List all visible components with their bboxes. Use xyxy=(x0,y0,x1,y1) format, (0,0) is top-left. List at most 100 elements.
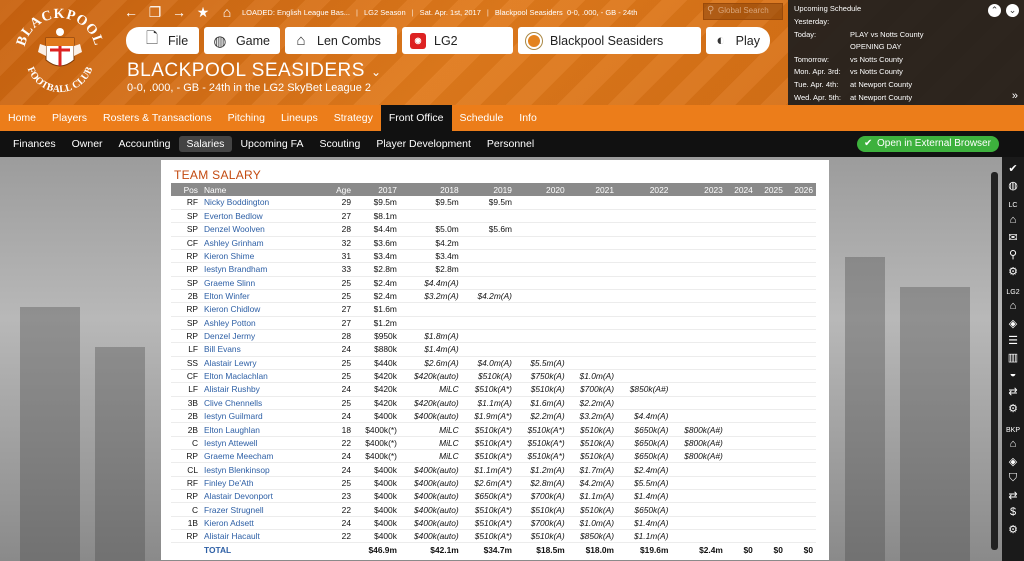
double-chevron-right-icon[interactable]: » xyxy=(1012,90,1018,102)
table-row[interactable]: RF Nicky Boddington 29 $9.5m $9.5m $9.5m xyxy=(171,196,816,210)
gear-icon[interactable]: ⚙ xyxy=(1005,265,1021,278)
submenu-item-salaries[interactable]: Salaries xyxy=(178,136,233,152)
player-name-link[interactable]: Ashley Grinham xyxy=(201,236,326,250)
schedule-row[interactable]: Wed. Apr. 5th: at Newport County xyxy=(794,93,1018,105)
menu-item-strategy[interactable]: Strategy xyxy=(326,105,381,131)
diamond-icon[interactable]: ◈ xyxy=(1005,317,1021,330)
tab-league[interactable]: ◉ LG2 xyxy=(402,27,513,54)
table-row[interactable]: RP Kieron Chidlow 27 $1.6m xyxy=(171,302,816,317)
back-arrow-icon[interactable]: ← xyxy=(122,4,140,20)
schedule-row[interactable]: Today: PLAY vs Notts County xyxy=(794,30,1018,43)
star-icon[interactable]: ★ xyxy=(194,4,212,21)
player-name-link[interactable]: Iestyn Attewell xyxy=(201,436,326,451)
dollar-icon[interactable]: $ xyxy=(1005,506,1021,518)
submenu-item-upcoming-fa[interactable]: Upcoming FA xyxy=(232,136,311,152)
menu-item-home[interactable]: Home xyxy=(0,105,44,131)
check-circle-icon[interactable]: ✔ xyxy=(1005,162,1021,175)
baseball-icon[interactable]: ◒ xyxy=(1005,368,1021,380)
player-name-link[interactable]: Elton Winfer xyxy=(201,289,326,304)
menu-item-front-office[interactable]: Front Office xyxy=(380,105,452,131)
tab-game[interactable]: ◍ Game xyxy=(204,27,280,54)
player-name-link[interactable]: Alistair Rushby xyxy=(201,382,326,397)
table-row[interactable]: 2B Elton Laughlan 18 $400k(*) MiLC $510k(A*) $… xyxy=(171,422,816,437)
column-header[interactable]: 2019 xyxy=(461,183,515,196)
submenu-item-finances[interactable]: Finances xyxy=(5,136,64,152)
table-row[interactable]: SP Everton Bedlow 27 $8.1m xyxy=(171,209,816,224)
table-row[interactable]: SP Ashley Potton 27 $1.2m xyxy=(171,316,816,330)
team-logo[interactable]: BLACKPOOL FOOTBALL CLUB xyxy=(10,2,110,102)
list-icon[interactable]: ☰ xyxy=(1005,334,1021,347)
player-name-link[interactable]: Elton Maclachlan xyxy=(201,369,326,384)
home-icon[interactable]: ⌂ xyxy=(1005,300,1021,312)
table-row[interactable]: 2B Iestyn Guilmard 24 $400k $400k(auto) $1.9m… xyxy=(171,409,816,424)
table-row[interactable]: SP Denzel Woolven 28 $4.4m $5.0m $5.6m xyxy=(171,222,816,237)
gear-icon[interactable]: ⚙ xyxy=(1005,523,1021,536)
mail-icon[interactable]: ✉ xyxy=(1005,231,1021,244)
globe-icon[interactable]: ◍ xyxy=(1005,179,1021,192)
tab-play[interactable]: ◐ Play xyxy=(706,27,770,54)
table-row[interactable]: C Frazer Strugnell 22 $400k $400k(auto) $510k… xyxy=(171,502,816,517)
column-header[interactable]: Name xyxy=(201,183,326,196)
table-row[interactable]: RP Alistair Hacault 22 $400k $400k(auto) $510… xyxy=(171,529,816,544)
player-name-link[interactable]: Graeme Meecham xyxy=(201,449,326,464)
chevron-down-icon[interactable]: ⌄ xyxy=(371,65,382,79)
player-name-link[interactable]: Kieron Shime xyxy=(201,249,326,264)
submenu-item-accounting[interactable]: Accounting xyxy=(111,136,179,152)
player-name-link[interactable]: Iestyn Guilmard xyxy=(201,409,326,424)
player-name-link[interactable]: Alistair Hacault xyxy=(201,529,326,544)
schedule-row[interactable]: Tue. Apr. 4th: at Newport County xyxy=(794,80,1018,93)
player-name-link[interactable]: Iestyn Blenkinsop xyxy=(201,462,326,477)
table-row[interactable]: CF Elton Maclachlan 25 $420k $420k(auto) $510… xyxy=(171,369,816,384)
player-name-link[interactable]: Kieron Chidlow xyxy=(201,302,326,317)
table-row[interactable]: SS Alastair Lewry 25 $440k $2.6m(A) $4.0m(A) $… xyxy=(171,356,816,370)
submenu-item-scouting[interactable]: Scouting xyxy=(311,136,368,152)
column-header[interactable]: 2024 xyxy=(725,183,756,196)
table-row[interactable]: C Iestyn Attewell 22 $400k(*) MiLC $510k(A*) $… xyxy=(171,436,816,451)
shield-icon[interactable]: ⛉ xyxy=(1005,472,1021,485)
column-header[interactable]: 2022 xyxy=(617,183,672,196)
team-title[interactable]: BLACKPOOL SEASIDERS ⌄ xyxy=(127,60,382,82)
table-row[interactable]: RP Graeme Meecham 24 $400k(*) MiLC $510k(A*) $… xyxy=(171,449,816,464)
tab-file[interactable]: 🗋 File xyxy=(126,27,199,54)
player-name-link[interactable]: Iestyn Brandham xyxy=(201,262,326,277)
column-header[interactable]: 2021 xyxy=(567,183,617,196)
column-header[interactable]: Age xyxy=(326,183,354,196)
table-row[interactable]: SP Graeme Slinn 25 $2.4m $4.4m(A) xyxy=(171,276,816,290)
bar-chart-icon[interactable]: ▥ xyxy=(1005,351,1021,364)
table-row[interactable]: RP Iestyn Brandham 33 $2.8m $2.8m xyxy=(171,262,816,277)
menu-item-pitching[interactable]: Pitching xyxy=(220,105,273,131)
column-header[interactable]: Pos xyxy=(171,183,201,196)
tab-team[interactable]: Blackpool Seasiders xyxy=(518,27,701,54)
gear-icon[interactable]: ⚙ xyxy=(1005,402,1021,415)
table-row[interactable]: 3B Clive Chennells 25 $420k $420k(auto) $1.1m… xyxy=(171,396,816,411)
player-name-link[interactable]: Elton Laughlan xyxy=(201,422,326,437)
home-icon[interactable]: ⌂ xyxy=(218,4,236,20)
column-header[interactable]: 2018 xyxy=(399,183,462,196)
submenu-item-player-development[interactable]: Player Development xyxy=(368,136,479,152)
player-name-link[interactable]: Finley De'Ath xyxy=(201,476,326,491)
player-name-link[interactable]: Everton Bedlow xyxy=(201,209,326,224)
player-name-link[interactable]: Denzel Jermy xyxy=(201,329,326,344)
copy-page-icon[interactable]: ❐ xyxy=(146,4,164,21)
table-row[interactable]: LF Bill Evans 24 $880k $1.4m(A) xyxy=(171,342,816,357)
tab-manager[interactable]: ⌂ Len Combs xyxy=(285,27,397,54)
table-row[interactable]: RP Denzel Jermy 28 $950k $1.8m(A) xyxy=(171,329,816,344)
schedule-row[interactable]: OPENING DAY xyxy=(794,42,1018,55)
schedule-row[interactable]: Tomorrow: vs Notts County xyxy=(794,55,1018,68)
scrollbar[interactable] xyxy=(991,172,998,550)
player-name-link[interactable]: Denzel Woolven xyxy=(201,222,326,237)
home-icon[interactable]: ⌂ xyxy=(1005,214,1021,226)
transfer-arrows-icon[interactable]: ⇄ xyxy=(1005,489,1021,502)
table-row[interactable]: CL Iestyn Blenkinsop 24 $400k $400k(auto) $1.… xyxy=(171,462,816,477)
player-name-link[interactable]: Alastair Devonport xyxy=(201,489,326,504)
diamond-icon[interactable]: ◈ xyxy=(1005,455,1021,468)
player-name-link[interactable]: Frazer Strugnell xyxy=(201,502,326,517)
forward-arrow-icon[interactable]: → xyxy=(170,4,188,20)
player-name-link[interactable]: Bill Evans xyxy=(201,342,326,357)
submenu-item-personnel[interactable]: Personnel xyxy=(479,136,542,152)
open-external-browser-button[interactable]: ✔ Open in External Browser xyxy=(857,136,999,152)
player-name-link[interactable]: Alastair Lewry xyxy=(201,356,326,370)
transfer-arrows-icon[interactable]: ⇄ xyxy=(1005,385,1021,398)
home-icon[interactable]: ⌂ xyxy=(1005,438,1021,450)
table-row[interactable]: CF Ashley Grinham 32 $3.6m $4.2m xyxy=(171,236,816,250)
